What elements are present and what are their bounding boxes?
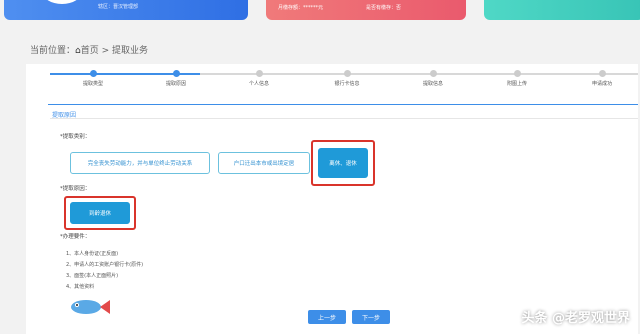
requirements-label: *办理要件： [60, 234, 91, 240]
requirement-item: 3、面签(本人正面照片) [66, 273, 119, 279]
top-summary-bar: 辖区：晋汉管理部 月缴存额：******元 是否有缴存：否 [0, 0, 640, 24]
status-label: 是否有缴存：否 [366, 5, 402, 11]
step-label: 附图上传 [506, 81, 528, 87]
breadcrumb-prefix: 当前位置： [30, 46, 76, 56]
step-dot-6 [514, 70, 521, 77]
step-dot-5 [430, 70, 437, 77]
requirement-item: 1、本人身份证(正反面) [66, 251, 119, 257]
extra-card [484, 0, 640, 20]
step-label: 提取原因 [165, 81, 187, 87]
option-incapacity-button[interactable]: 完全丧失劳动能力，并与单位终止劳动关系 [70, 152, 210, 174]
step-dot-3 [256, 70, 263, 77]
requirement-item: 2、申请人的工资账户银行卡(原件) [66, 262, 144, 268]
extract-type-label: *提取类别： [60, 134, 91, 140]
step-label: 银行卡信息 [334, 81, 360, 87]
step-label: 提取类型 [82, 81, 104, 87]
highlight-box-reason [64, 196, 136, 230]
step-label: 提取信息 [422, 81, 444, 87]
step-dot-7 [599, 70, 606, 77]
highlight-box-retire [311, 140, 375, 186]
user-info-card: 辖区：晋汉管理部 [4, 0, 248, 20]
watermark-text: 头条 @老罗观世界 [521, 311, 630, 326]
fish-mascot-icon [71, 300, 110, 314]
org-label: 辖区：晋汉管理部 [98, 4, 139, 10]
step-dot-1 [90, 70, 97, 77]
main-panel: 提取类型 提取原因 个人信息 银行卡信息 提取信息 附图上传 申请成功 提取原因… [26, 64, 638, 334]
balance-label: 月缴存额：******元 [278, 5, 324, 11]
breadcrumb-home[interactable]: 首页 [81, 46, 99, 56]
breadcrumb-sep: > [98, 46, 113, 56]
requirement-item: 4、其他资料 [66, 284, 95, 290]
breadcrumb-current: 提取业务 [112, 46, 149, 56]
extract-reason-label: *提取原因： [60, 186, 91, 192]
prev-step-button[interactable]: 上一步 [308, 310, 346, 324]
step-dot-4 [344, 70, 351, 77]
next-step-button[interactable]: 下一步 [352, 310, 390, 324]
section-underline [50, 118, 638, 119]
step-label: 申请成功 [591, 81, 613, 87]
section-divider [48, 104, 638, 105]
breadcrumb: 当前位置：⌂首页 > 提取业务 [30, 43, 148, 56]
option-emigrate-button[interactable]: 户口迁出本市或出境定居 [218, 152, 310, 174]
step-label: 个人信息 [248, 81, 270, 87]
step-dot-2 [173, 70, 180, 77]
account-card: 月缴存额：******元 是否有缴存：否 [266, 0, 466, 20]
